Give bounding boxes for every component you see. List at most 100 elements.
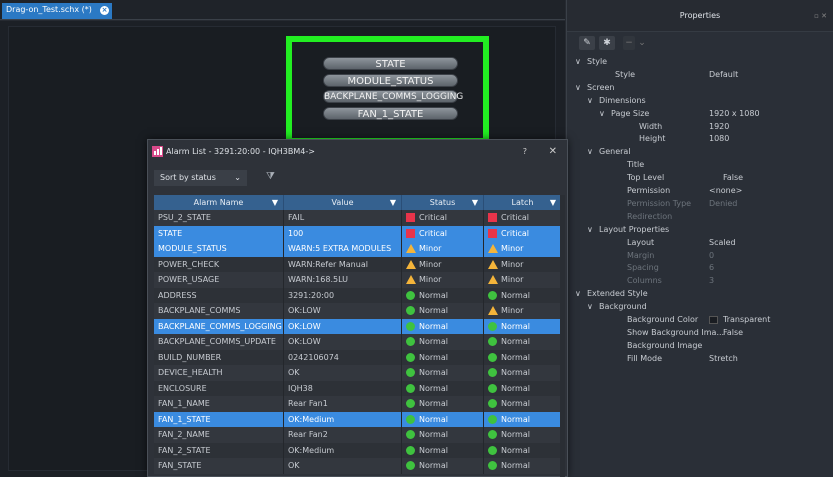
property-row[interactable]: Permission <none>	[567, 184, 833, 197]
property-value[interactable]: 6	[709, 261, 714, 274]
clear-filter-icon[interactable]: ⧩	[266, 171, 275, 182]
pencil-icon[interactable]: ✎	[579, 36, 595, 50]
property-row[interactable]: Top Level False	[567, 171, 833, 184]
property-value[interactable]: Scaled	[709, 236, 736, 249]
alarm-table-scrollbar[interactable]	[560, 195, 565, 477]
table-row[interactable]: BACKPLANE_COMMS_LOGGING OK:LOW Normal Norma…	[154, 318, 562, 334]
expand-chevron-icon[interactable]: ∨	[575, 81, 581, 94]
table-row[interactable]: POWER_USAGE WARN:168.5LU Minor Minor	[154, 272, 562, 288]
expand-chevron-icon[interactable]: ∨	[575, 55, 581, 68]
module-status-label-widget[interactable]: MODULE_STATUS	[323, 74, 458, 87]
property-row[interactable]: Margin 0	[567, 249, 833, 262]
alarm-value-cell: 100	[284, 225, 402, 241]
property-row[interactable]: Title	[567, 158, 833, 171]
minor-severity-icon	[488, 306, 498, 315]
table-row[interactable]: FAN_2_STATE OK:Medium Normal Normal	[154, 442, 562, 458]
property-value[interactable]: 0	[709, 249, 714, 262]
table-row[interactable]: MODULE_STATUS WARN:5 EXTRA MODULES Minor Mi…	[154, 241, 562, 257]
expand-chevron-icon[interactable]: ∨	[587, 94, 593, 107]
table-row[interactable]: STATE 100 Critical Critical	[154, 225, 562, 241]
property-row[interactable]: Height 1080	[567, 132, 833, 145]
property-row[interactable]: Fill Mode Stretch	[567, 352, 833, 365]
property-row[interactable]: ∨ Layout Properties	[567, 223, 833, 236]
property-row[interactable]: Show Background Ima... False	[567, 326, 833, 339]
property-value[interactable]: 3	[709, 274, 714, 287]
normal-severity-icon	[488, 383, 497, 393]
property-value[interactable]: Denied	[709, 197, 737, 210]
table-row[interactable]: DEVICE_HEALTH OK Normal Normal	[154, 365, 562, 381]
property-row[interactable]: ∨ General	[567, 145, 833, 158]
close-tab-icon[interactable]: ×	[100, 6, 109, 15]
property-row[interactable]: ∨ Background	[567, 300, 833, 313]
fan-1-state-label-widget[interactable]: FAN_1_STATE	[323, 107, 458, 120]
expand-chevron-icon[interactable]: ∨	[575, 287, 581, 300]
close-dialog-button[interactable]: ✕	[549, 140, 557, 164]
expand-chevron-icon[interactable]: ∨	[599, 107, 605, 120]
property-row[interactable]: Permission Type Denied	[567, 197, 833, 210]
column-header-alarm-name[interactable]: Alarm Name ▼	[154, 195, 284, 210]
table-row[interactable]: FAN_2_NAME Rear Fan2 Normal Normal	[154, 427, 562, 443]
property-row[interactable]: Spacing 6	[567, 261, 833, 274]
property-row[interactable]: Background Image	[567, 339, 833, 352]
property-value[interactable]: 1920	[709, 120, 729, 133]
alarm-name-cell: ENCLOSURE	[154, 380, 284, 396]
property-row[interactable]: ∨ Dimensions	[567, 94, 833, 107]
property-label: Width	[639, 121, 663, 131]
table-row[interactable]: ADDRESS 3291:20:00 Normal Normal	[154, 287, 562, 303]
severity-label: Normal	[501, 337, 530, 346]
property-label: Style	[587, 57, 608, 66]
property-value[interactable]: 1920 x 1080	[709, 107, 760, 120]
alarm-status-cell: Minor	[402, 272, 484, 288]
property-value[interactable]: Stretch	[709, 352, 738, 365]
property-row[interactable]: ∨ Style	[567, 55, 833, 68]
property-row[interactable]: Style Default	[567, 68, 833, 81]
sort-dropdown[interactable]: Sort by status ⌄	[154, 170, 247, 186]
property-value[interactable]: False	[723, 171, 743, 184]
table-row[interactable]: FAN_1_STATE OK:Medium Normal Normal	[154, 411, 562, 427]
table-row[interactable]: BUILD_NUMBER 0242106074 Normal Normal	[154, 349, 562, 365]
expand-chevron-icon[interactable]: ∨	[587, 300, 593, 313]
table-row[interactable]: BACKPLANE_COMMS_UPDATE OK:LOW Normal Normal	[154, 334, 562, 350]
property-row[interactable]: Width 1920	[567, 120, 833, 133]
alarm-latch-cell: Minor	[484, 241, 562, 257]
property-row[interactable]: Layout Scaled	[567, 236, 833, 249]
property-row[interactable]: Columns 3	[567, 274, 833, 287]
chevron-down-icon[interactable]: ⌄	[637, 36, 647, 50]
table-row[interactable]: PSU_2_STATE FAIL Critical Critical	[154, 210, 562, 226]
property-value[interactable]: 1080	[709, 132, 729, 145]
property-value[interactable]: Transparent	[723, 313, 770, 326]
property-row[interactable]: Background Color Transparent	[567, 313, 833, 326]
collapse-icon[interactable]: −	[623, 36, 635, 50]
gear-icon[interactable]: ✱	[599, 36, 615, 50]
filter-icon[interactable]: ▼	[472, 195, 478, 210]
state-label-widget[interactable]: STATE	[323, 57, 458, 70]
color-swatch[interactable]	[709, 316, 718, 324]
table-row[interactable]: BACKPLANE_COMMS OK:LOW Normal Minor	[154, 303, 562, 319]
filter-icon[interactable]: ▼	[390, 195, 396, 210]
property-value[interactable]: <none>	[709, 184, 742, 197]
backplane-comms-logging-label-widget[interactable]: BACKPLANE_COMMS_LOGGING	[323, 90, 463, 103]
column-header-latch[interactable]: Latch ▼	[484, 195, 562, 210]
alarm-value-cell: OK:LOW	[284, 318, 402, 334]
property-value[interactable]: False	[723, 326, 743, 339]
property-row[interactable]: ∨ Screen	[567, 81, 833, 94]
column-header-value[interactable]: Value ▼	[284, 195, 402, 210]
expand-chevron-icon[interactable]: ∨	[587, 223, 593, 236]
column-label: Latch	[511, 198, 534, 207]
normal-severity-icon	[406, 414, 415, 424]
table-row[interactable]: FAN_STATE OK Normal Normal	[154, 458, 562, 474]
table-row[interactable]: POWER_CHECK WARN:Refer Manual Minor Minor	[154, 256, 562, 272]
table-row[interactable]: ENCLOSURE IQH38 Normal Normal	[154, 380, 562, 396]
expand-chevron-icon[interactable]: ∨	[587, 145, 593, 158]
table-row[interactable]: FAN_1_NAME Rear Fan1 Normal Normal	[154, 396, 562, 412]
help-button[interactable]: ?	[523, 140, 527, 164]
filter-icon[interactable]: ▼	[272, 195, 278, 210]
column-header-status[interactable]: Status ▼	[402, 195, 484, 210]
property-row[interactable]: ∨ Page Size 1920 x 1080	[567, 107, 833, 120]
property-row[interactable]: ∨ Extended Style	[567, 287, 833, 300]
property-value[interactable]: Default	[709, 68, 738, 81]
filter-icon[interactable]: ▼	[550, 195, 556, 210]
panel-window-buttons-icon[interactable]: ▫ ✕	[814, 0, 827, 32]
document-tab[interactable]: Drag-on_Test.schx (*) ×	[2, 3, 112, 19]
property-row[interactable]: Redirection	[567, 210, 833, 223]
